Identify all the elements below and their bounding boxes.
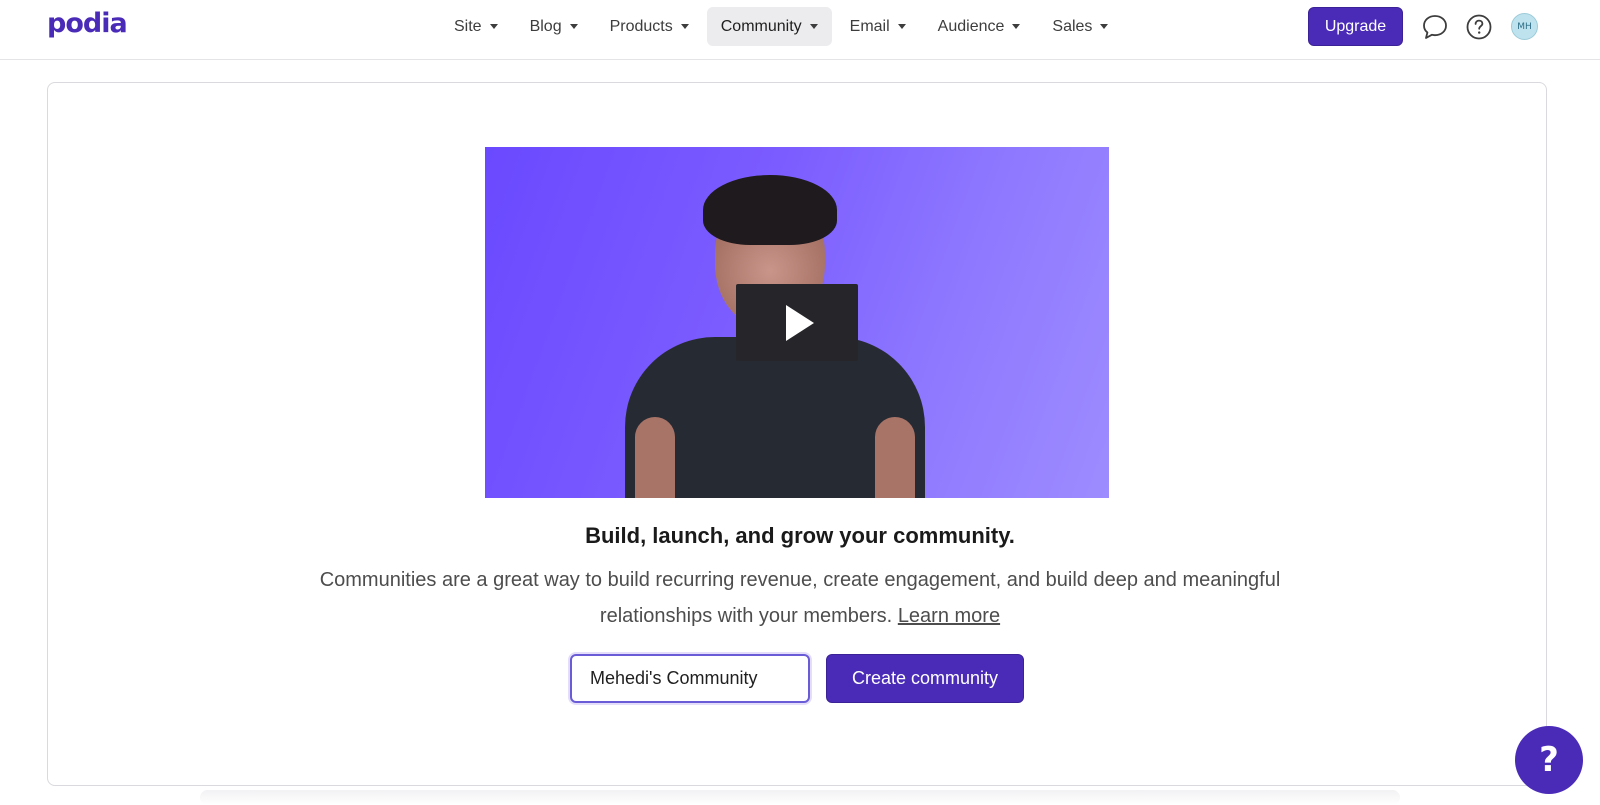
chat-bubble-icon[interactable] — [1420, 12, 1450, 42]
caret-down-icon — [680, 24, 689, 29]
nav-email[interactable]: Email — [836, 7, 920, 46]
nav-label: Email — [849, 17, 890, 35]
video-person-arm — [875, 417, 915, 498]
nav-label: Products — [609, 17, 673, 35]
page-bottom-shadow — [200, 790, 1400, 805]
nav-label: Community — [720, 17, 802, 35]
nav-audience[interactable]: Audience — [924, 7, 1035, 46]
podia-logo[interactable]: podia — [47, 8, 128, 39]
video-person-arm — [635, 417, 675, 498]
nav-community[interactable]: Community — [706, 7, 832, 46]
chat-bubble-icon-graphic — [1423, 15, 1447, 39]
nav-label: Sales — [1052, 17, 1093, 35]
caret-down-icon — [489, 24, 498, 29]
user-avatar[interactable]: MH — [1511, 13, 1538, 40]
nav-sales[interactable]: Sales — [1038, 7, 1122, 46]
top-navigation-bar: podia Site Blog Products Community Email… — [0, 0, 1600, 60]
floating-help-button[interactable]: ? — [1515, 726, 1583, 794]
play-icon — [786, 304, 814, 341]
question-circle-icon-graphic — [1466, 14, 1492, 40]
page-description: Communities are a great way to build rec… — [270, 562, 1330, 634]
upgrade-button[interactable]: Upgrade — [1308, 7, 1403, 46]
intro-video[interactable] — [485, 147, 1109, 498]
nav-site[interactable]: Site — [440, 7, 512, 46]
play-button[interactable] — [736, 284, 858, 361]
nav-label: Site — [454, 17, 482, 35]
nav-label: Blog — [529, 17, 562, 35]
nav-label: Audience — [937, 17, 1005, 35]
main-nav: Site Blog Products Community Email Audie… — [440, 7, 1122, 46]
video-person-hair — [703, 175, 837, 245]
caret-down-icon — [569, 24, 578, 29]
caret-down-icon — [1100, 24, 1109, 29]
question-mark-icon: ? — [1539, 740, 1559, 780]
create-community-button[interactable]: Create community — [826, 654, 1024, 703]
page-headline: Build, launch, and grow your community. — [585, 523, 1015, 548]
question-circle-icon[interactable] — [1464, 12, 1494, 42]
caret-down-icon — [897, 24, 906, 29]
description-text: Communities are a great way to build rec… — [319, 569, 1281, 627]
nav-products[interactable]: Products — [596, 7, 703, 46]
learn-more-link[interactable]: Learn more — [898, 605, 1000, 627]
nav-blog[interactable]: Blog — [516, 7, 592, 46]
caret-down-icon — [1012, 24, 1021, 29]
community-name-input[interactable] — [570, 654, 810, 703]
caret-down-icon — [809, 24, 818, 29]
